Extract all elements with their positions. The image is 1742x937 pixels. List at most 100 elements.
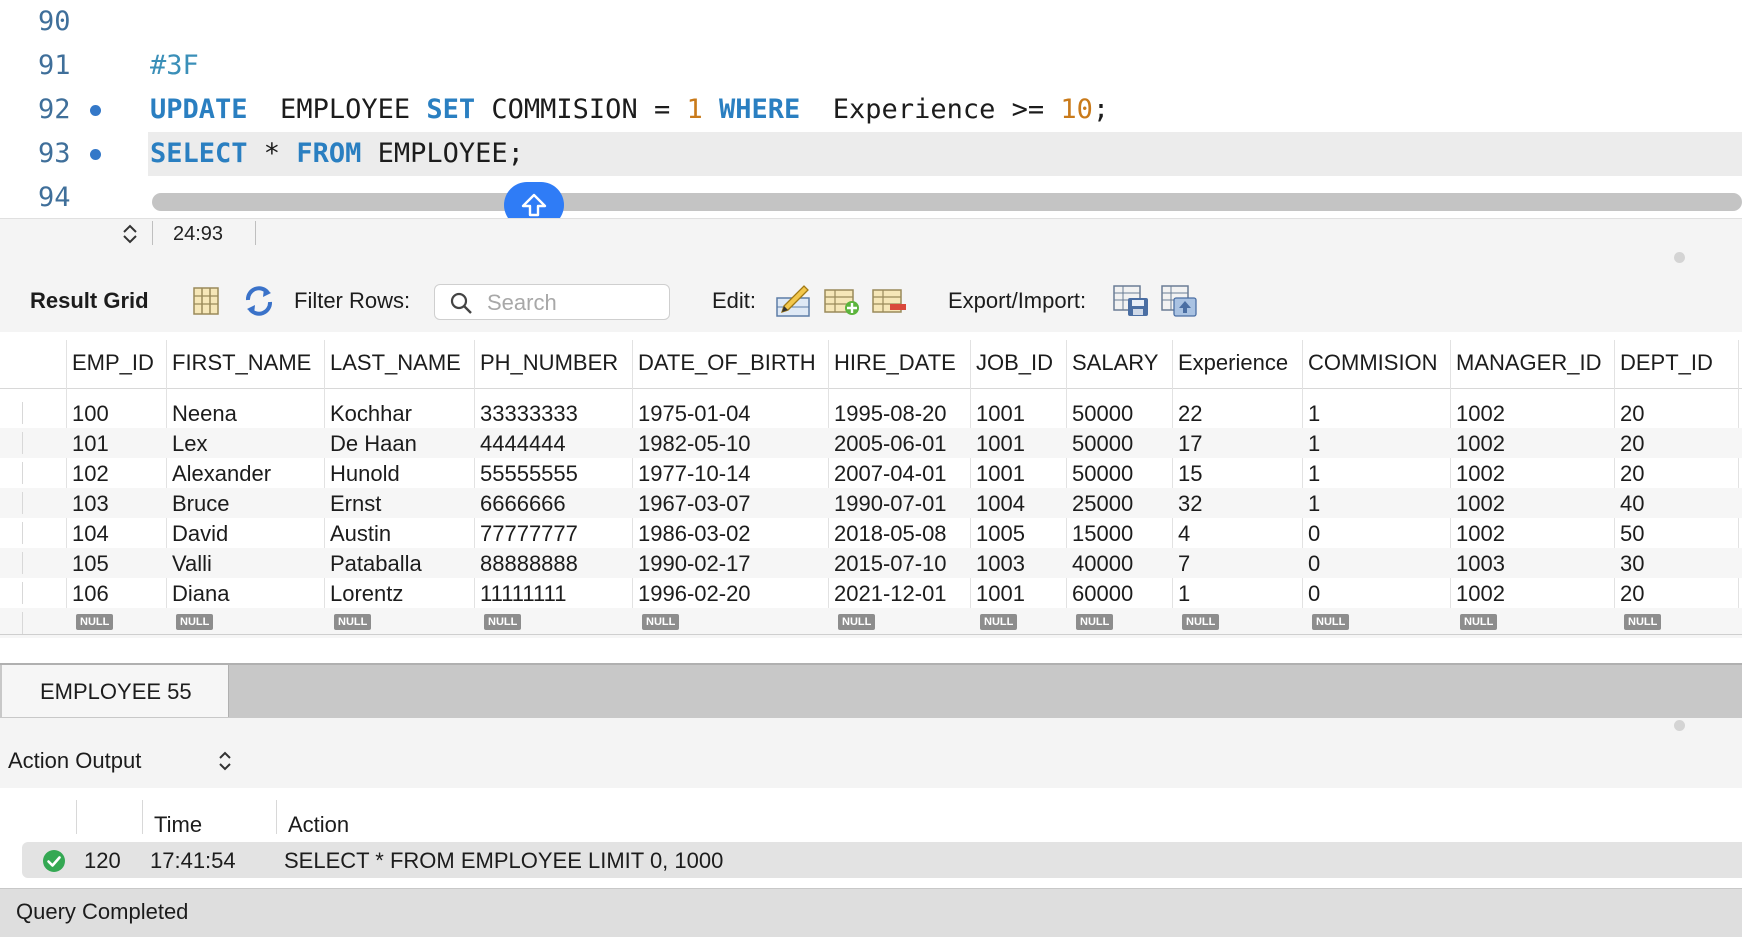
table-cell[interactable]: 106 [72,580,109,608]
table-cell[interactable]: Austin [330,520,391,548]
table-row[interactable]: 103 Bruce Ernst 6666666 1967-03-07 1990-07-01… [0,488,1742,518]
table-cell[interactable]: 1996-02-20 [638,580,751,608]
row-selector[interactable] [22,492,35,514]
column-header[interactable]: COMMISION [1308,350,1438,376]
row-selector[interactable] [22,432,35,454]
table-row[interactable]: 105 Valli Pataballa 88888888 1990-02-17 2015-… [0,548,1742,578]
result-grid[interactable]: EMP_ID FIRST_NAME LAST_NAME PH_NUMBER DATE_O… [0,332,1742,638]
table-cell[interactable]: 1967-03-07 [638,490,751,518]
table-cell[interactable]: 105 [72,550,109,578]
table-cell[interactable]: Diana [172,580,229,608]
add-row-icon[interactable] [822,282,860,318]
table-cell[interactable]: 1003 [1456,550,1505,578]
table-cell[interactable]: Valli [172,550,212,578]
table-cell[interactable]: 1 [1308,490,1320,518]
table-cell[interactable]: 20 [1620,580,1644,608]
table-cell[interactable]: 60000 [1072,580,1133,608]
table-cell[interactable]: 50 [1620,520,1644,548]
null-badge[interactable]: NULL [980,614,1018,630]
table-cell[interactable]: 15000 [1072,520,1133,548]
table-row[interactable]: 102 Alexander Hunold 55555555 1977-10-14 2007… [0,458,1742,488]
table-cell[interactable]: 50000 [1072,460,1133,488]
row-selector[interactable] [22,402,35,424]
row-selector[interactable] [22,462,35,484]
null-badge[interactable]: NULL [1460,614,1498,630]
sql-editor[interactable]: 90 91 #3F 92 UPDATE EMPLOYEE SET COMMISION =… [0,0,1742,218]
table-cell[interactable]: Bruce [172,490,229,518]
table-cell[interactable]: 1 [1308,460,1320,488]
horizontal-scrollbar[interactable] [152,193,1742,211]
table-cell[interactable]: Pataballa [330,550,422,578]
table-cell[interactable]: 1990-02-17 [638,550,751,578]
column-header[interactable]: EMP_ID [72,350,154,376]
table-cell[interactable]: 1001 [976,430,1025,458]
stepper-icon[interactable] [118,222,142,246]
table-cell[interactable]: 1975-01-04 [638,400,751,428]
table-cell[interactable]: 1977-10-14 [638,460,751,488]
table-cell[interactable]: 50000 [1072,400,1133,428]
table-cell[interactable]: 1990-07-01 [834,490,947,518]
null-badge[interactable]: NULL [1624,614,1662,630]
table-cell[interactable]: 32 [1178,490,1202,518]
table-row[interactable]: 106 Diana Lorentz 11111111 1996-02-20 2021-12… [0,578,1742,608]
table-cell[interactable]: 2007-04-01 [834,460,947,488]
table-cell[interactable]: 1995-08-20 [834,400,947,428]
code-line[interactable]: 90 [0,0,1742,44]
table-cell[interactable]: 88888888 [480,550,578,578]
table-cell[interactable]: De Haan [330,430,417,458]
table-cell[interactable]: 4 [1178,520,1190,548]
table-cell[interactable]: 1005 [976,520,1025,548]
null-badge[interactable]: NULL [484,614,522,630]
column-header[interactable]: MANAGER_ID [1456,350,1601,376]
table-cell[interactable]: 0 [1308,520,1320,548]
table-row[interactable]: 101 Lex De Haan 4444444 1982-05-10 2005-06-01… [0,428,1742,458]
column-header[interactable]: PH_NUMBER [480,350,618,376]
table-cell[interactable]: 1001 [976,400,1025,428]
table-cell[interactable]: 1004 [976,490,1025,518]
table-cell[interactable]: Ernst [330,490,381,518]
table-cell[interactable]: 1002 [1456,490,1505,518]
column-header[interactable]: DEPT_ID [1620,350,1713,376]
table-cell[interactable]: 11111111 [480,580,566,608]
null-badge[interactable]: NULL [1076,614,1114,630]
row-selector[interactable] [22,612,35,634]
null-badge[interactable]: NULL [76,614,114,630]
table-cell[interactable]: 2015-07-10 [834,550,947,578]
table-cell[interactable]: 104 [72,520,109,548]
table-cell[interactable]: 1001 [976,580,1025,608]
column-header[interactable]: SALARY [1072,350,1158,376]
table-cell[interactable]: 30 [1620,550,1644,578]
row-selector[interactable] [22,522,35,544]
output-selector[interactable]: Action Output [8,748,141,774]
table-cell[interactable]: Lorentz [330,580,403,608]
table-row[interactable]: 104 David Austin 77777777 1986-03-02 2018-05-… [0,518,1742,548]
code-line[interactable]: 91 #3F [0,44,1742,88]
table-cell[interactable]: Alexander [172,460,271,488]
table-cell[interactable]: 101 [72,430,109,458]
table-cell[interactable]: 7 [1178,550,1190,578]
table-cell[interactable]: 77777777 [480,520,578,548]
table-cell[interactable]: 2021-12-01 [834,580,947,608]
table-row[interactable]: 100 Neena Kochhar 33333333 1975-01-04 1995-08… [0,398,1742,428]
column-header[interactable]: HIRE_DATE [834,350,956,376]
table-cell[interactable]: 22 [1178,400,1202,428]
grid-layout-icon[interactable] [190,282,222,318]
code-line[interactable]: 92 UPDATE EMPLOYEE SET COMMISION = 1 WHER… [0,88,1742,132]
table-cell[interactable]: 2005-06-01 [834,430,947,458]
edit-row-icon[interactable] [774,282,812,318]
column-header[interactable]: JOB_ID [976,350,1053,376]
output-row[interactable]: 120 17:41:54 SELECT * FROM EMPLOYEE LIMI… [22,842,1742,878]
table-cell[interactable]: 0 [1308,580,1320,608]
table-cell[interactable]: 1002 [1456,580,1505,608]
table-cell[interactable]: Kochhar [330,400,412,428]
refresh-icon[interactable] [242,282,276,318]
column-header[interactable]: DATE_OF_BIRTH [638,350,816,376]
row-selector[interactable] [22,552,35,574]
table-cell[interactable]: 40000 [1072,550,1133,578]
export-icon[interactable] [1112,282,1150,318]
null-badge[interactable]: NULL [838,614,876,630]
table-cell[interactable]: 1986-03-02 [638,520,751,548]
null-badge[interactable]: NULL [642,614,680,630]
table-cell[interactable]: Neena [172,400,237,428]
tab-employee-55[interactable]: EMPLOYEE 55 [2,665,229,717]
